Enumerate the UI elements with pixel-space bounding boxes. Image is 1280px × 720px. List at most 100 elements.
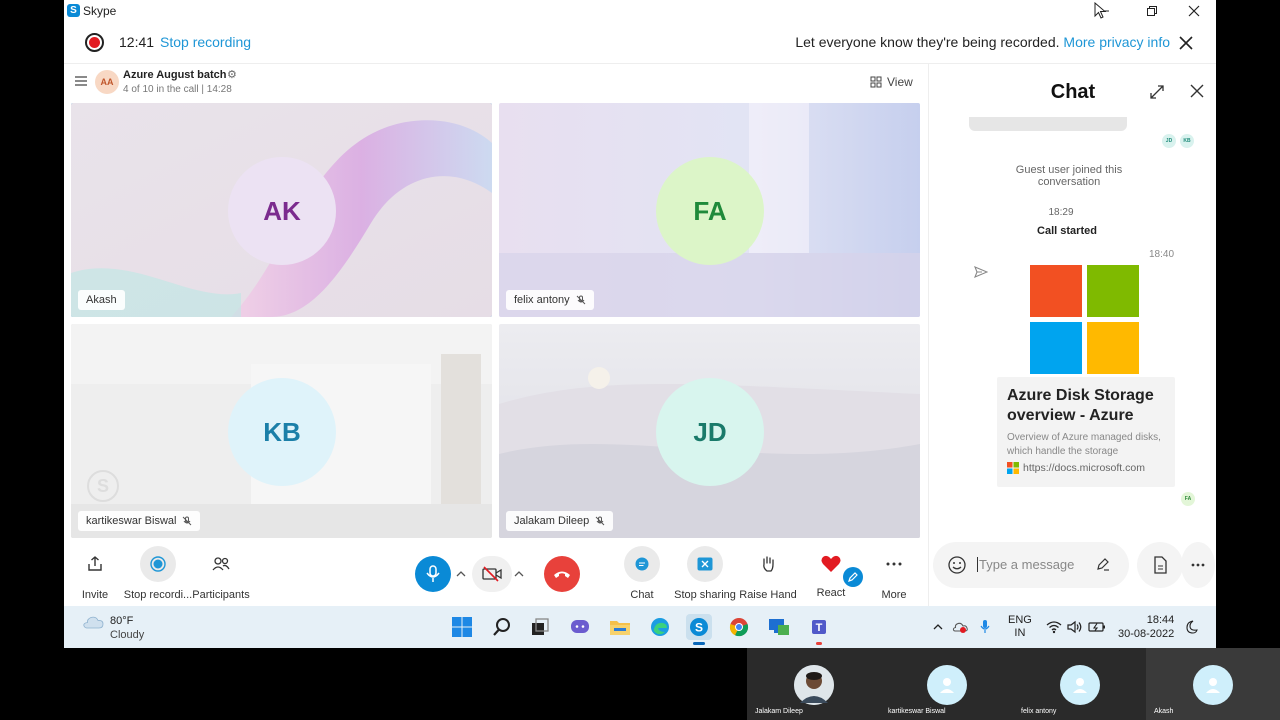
onedrive-tray-icon[interactable] xyxy=(952,606,968,648)
message-input[interactable]: Type a message xyxy=(977,557,1074,572)
stop-recording-link[interactable]: Stop recording xyxy=(160,34,251,50)
participant-tile-jalakam[interactable]: JD Jalakam Dileep xyxy=(499,324,920,538)
wifi-icon xyxy=(1046,621,1062,634)
close-icon xyxy=(1190,84,1204,98)
raise-hand-button[interactable]: Raise Hand xyxy=(733,546,803,601)
svg-text:T: T xyxy=(816,622,823,634)
participants-button[interactable]: Participants xyxy=(186,546,256,601)
emoji-button[interactable] xyxy=(947,555,967,575)
weather-temp: 80°F xyxy=(110,615,134,627)
restore-icon xyxy=(1147,6,1157,16)
hang-up-button[interactable] xyxy=(544,556,580,592)
close-chat-button[interactable] xyxy=(1190,84,1204,98)
message-composer[interactable]: Type a message xyxy=(933,542,1129,588)
privacy-info-link[interactable]: More privacy info xyxy=(1063,34,1170,50)
camera-options-button[interactable] xyxy=(510,566,528,582)
remote-desktop-app[interactable] xyxy=(766,614,792,640)
microsoft-logo-yellow xyxy=(1087,322,1139,374)
expand-chat-button[interactable] xyxy=(1149,84,1165,100)
start-button[interactable] xyxy=(449,614,475,640)
clock-time: 18:44 xyxy=(1146,614,1175,626)
person-avatar-icon xyxy=(1193,665,1233,705)
call-started-message: Call started xyxy=(1037,225,1097,237)
guest-joined-message: Guest user joined this conversation xyxy=(1015,164,1123,188)
file-icon xyxy=(1154,556,1167,574)
stop-recording-button[interactable]: Stop recordi... xyxy=(123,546,193,601)
skype-app[interactable]: S xyxy=(686,614,712,645)
skype-icon: S xyxy=(690,618,708,636)
search-icon xyxy=(493,618,510,636)
group-avatar[interactable]: AA xyxy=(95,70,119,94)
file-explorer-app[interactable] xyxy=(607,614,633,640)
group-settings-icon[interactable]: ⚙ xyxy=(227,68,237,81)
volume-tray-icon[interactable] xyxy=(1067,606,1083,648)
mic-tray-icon[interactable] xyxy=(979,606,991,648)
microsoft-logo-blue xyxy=(1030,322,1082,374)
more-chat-options-button[interactable] xyxy=(1181,542,1215,588)
link-preview-card[interactable]: Azure Disk Storage overview - Azure Over… xyxy=(997,264,1175,487)
cloud-icon xyxy=(83,616,104,629)
speaker-icon xyxy=(1067,620,1082,634)
participant-name: Akash xyxy=(86,294,117,306)
clock[interactable]: 18:44 30-08-2022 xyxy=(1118,606,1174,648)
previous-message-preview[interactable] xyxy=(969,117,1127,131)
participant-initials: AK xyxy=(263,195,301,226)
view-button[interactable]: View xyxy=(870,75,913,89)
group-name[interactable]: Azure August batch xyxy=(123,69,227,81)
close-icon xyxy=(1188,5,1200,17)
participant-initials: JD xyxy=(693,416,727,447)
strip-participant[interactable]: Jalakam Dileep xyxy=(747,648,880,720)
teams-chat-icon xyxy=(571,620,589,633)
stop-sharing-button[interactable]: Stop sharing xyxy=(670,546,740,601)
title-bar: S Skype xyxy=(64,0,1216,22)
language-indicator[interactable]: ENG IN xyxy=(1008,606,1032,648)
close-icon xyxy=(1179,36,1193,50)
participant-name-chip: kartikeswar Biswal xyxy=(78,511,201,531)
link-title[interactable]: Azure Disk Storage overview - Azure xyxy=(1007,386,1169,426)
chat-title: Chat xyxy=(1050,81,1096,103)
teams-app[interactable]: T xyxy=(806,614,832,645)
camera-button[interactable] xyxy=(472,556,512,592)
show-hidden-icons-button[interactable] xyxy=(932,606,944,648)
battery-tray-icon[interactable] xyxy=(1088,606,1106,648)
restore-button[interactable] xyxy=(1132,0,1172,22)
skype-watermark-icon: S xyxy=(87,470,119,502)
strip-participant[interactable]: Akash xyxy=(1146,648,1280,720)
attach-file-button[interactable] xyxy=(1137,542,1183,588)
edge-browser-app[interactable] xyxy=(647,614,673,640)
more-button[interactable]: More xyxy=(859,546,929,601)
microphone-icon xyxy=(426,565,440,582)
pen-icon xyxy=(848,572,858,582)
close-window-button[interactable] xyxy=(1174,0,1214,22)
mic-options-button[interactable] xyxy=(452,566,470,582)
dismiss-recording-button[interactable] xyxy=(1176,33,1196,53)
participant-tile-kartikeswar[interactable]: KB S kartikeswar Biswal xyxy=(71,324,492,538)
microsoft-logo-red xyxy=(1030,265,1082,317)
strip-participant[interactable]: felix antony xyxy=(1013,648,1146,720)
strip-participant[interactable]: kartikeswar Biswal xyxy=(880,648,1013,720)
participant-name: Jalakam Dileep xyxy=(755,708,803,715)
hamburger-menu-button[interactable] xyxy=(74,75,88,87)
chat-button[interactable]: Chat xyxy=(607,546,677,601)
chrome-app[interactable] xyxy=(726,614,752,640)
notifications-button[interactable] xyxy=(1184,606,1198,648)
invite-button[interactable]: Invite xyxy=(64,546,130,601)
participant-tile-felix[interactable]: FA felix antony xyxy=(499,103,920,317)
weather-widget[interactable]: 80°F Cloudy xyxy=(82,614,144,642)
participant-initials: KB xyxy=(263,416,301,447)
weather-condition: Cloudy xyxy=(110,629,145,641)
region-code: IN xyxy=(1014,627,1026,639)
microphone-button[interactable] xyxy=(415,556,451,592)
participant-tile-akash[interactable]: AK Akash xyxy=(71,103,492,317)
call-controls: Invite Stop recordi... Participants Chat… xyxy=(64,540,928,606)
microphone-icon xyxy=(980,620,990,633)
teams-chat-app[interactable] xyxy=(567,614,593,640)
taskbar-search-button[interactable] xyxy=(489,614,515,640)
format-button[interactable] xyxy=(1095,556,1111,572)
link-url[interactable]: https://docs.microsoft.com xyxy=(1007,462,1145,474)
menu-icon xyxy=(75,76,87,86)
recording-notice: Let everyone know they're being recorded… xyxy=(795,34,1170,50)
forward-message-button[interactable] xyxy=(974,265,988,279)
task-view-button[interactable] xyxy=(527,614,553,640)
wifi-tray-icon[interactable] xyxy=(1046,606,1062,648)
